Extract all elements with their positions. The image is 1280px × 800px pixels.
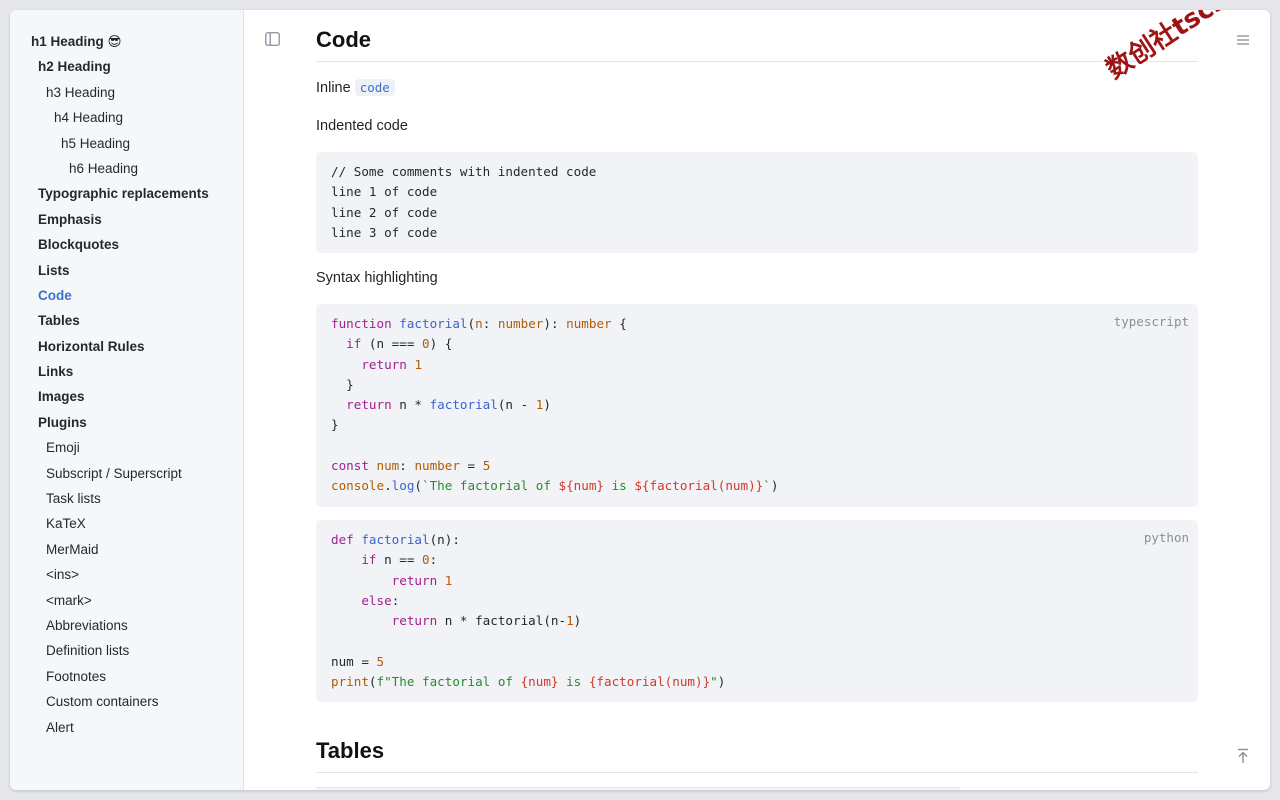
- table-top-edge: [316, 787, 960, 790]
- code-language-label: python: [1143, 530, 1189, 545]
- indented-code-label: Indented code: [316, 118, 408, 134]
- app-window: h1 Heading 😎 h2 Heading h3 Heading h4 He…: [10, 10, 1270, 790]
- toc-item-h5-heading[interactable]: h5 Heading: [10, 133, 243, 158]
- toc-item-mark[interactable]: <mark>: [10, 590, 243, 615]
- toc-item-emoji[interactable]: Emoji: [10, 437, 243, 462]
- toc-item-lists[interactable]: Lists: [10, 260, 243, 285]
- hamburger-menu-icon[interactable]: [1236, 33, 1250, 51]
- toc-item-horizontal-rules[interactable]: Horizontal Rules: [10, 336, 243, 361]
- code-language-label: typescript: [1113, 314, 1189, 329]
- toc-item-task-lists[interactable]: Task lists: [10, 488, 243, 513]
- indented-code-block: // Some comments with indented code line…: [316, 152, 1198, 254]
- toc-item-images[interactable]: Images: [10, 386, 243, 411]
- syntax-highlighting-label: Syntax highlighting: [316, 270, 438, 286]
- toc-list: h1 Heading 😎 h2 Heading h3 Heading h4 He…: [10, 10, 243, 742]
- toc-item-h4-heading[interactable]: h4 Heading: [10, 107, 243, 132]
- toc-item-emphasis[interactable]: Emphasis: [10, 209, 243, 234]
- toc-item-katex[interactable]: KaTeX: [10, 513, 243, 538]
- inline-code: code: [354, 79, 395, 96]
- python-code-block: python def factorial(n): if n == 0: retur…: [316, 520, 1198, 703]
- toc-item-h2-heading[interactable]: h2 Heading: [10, 56, 243, 81]
- toc-item-definition-lists[interactable]: Definition lists: [10, 640, 243, 665]
- typescript-code-block: typescript function factorial(n: number):…: [316, 304, 1198, 507]
- toc-item-links[interactable]: Links: [10, 361, 243, 386]
- back-to-top-icon[interactable]: [1236, 748, 1250, 769]
- section-heading-code: Code: [316, 27, 1198, 62]
- inline-prefix: Inline: [316, 80, 351, 96]
- toc-item-subscript-superscript[interactable]: Subscript / Superscript: [10, 463, 243, 488]
- toc-item-h6-heading[interactable]: h6 Heading: [10, 158, 243, 183]
- toc-item-ins[interactable]: <ins>: [10, 564, 243, 589]
- toc-item-blockquotes[interactable]: Blockquotes: [10, 234, 243, 259]
- toc-item-typographic-replacements[interactable]: Typographic replacements: [10, 183, 243, 208]
- toc-item-h3-heading[interactable]: h3 Heading: [10, 82, 243, 107]
- inline-paragraph: Inline code: [316, 79, 395, 96]
- toc-item-abbreviations[interactable]: Abbreviations: [10, 615, 243, 640]
- sidebar-toc: h1 Heading 😎 h2 Heading h3 Heading h4 He…: [10, 10, 244, 790]
- toc-item-plugins[interactable]: Plugins: [10, 412, 243, 437]
- toc-item-footnotes[interactable]: Footnotes: [10, 666, 243, 691]
- toc-item-custom-containers[interactable]: Custom containers: [10, 691, 243, 716]
- toc-item-code[interactable]: Code: [10, 285, 243, 310]
- sidebar-toggle-icon[interactable]: [265, 32, 280, 51]
- toc-item-mermaid[interactable]: MerMaid: [10, 539, 243, 564]
- toc-item-tables[interactable]: Tables: [10, 310, 243, 335]
- section-heading-tables: Tables: [316, 738, 1198, 773]
- toc-item-alert[interactable]: Alert: [10, 717, 243, 742]
- toc-item-h1-heading[interactable]: h1 Heading 😎: [10, 31, 243, 56]
